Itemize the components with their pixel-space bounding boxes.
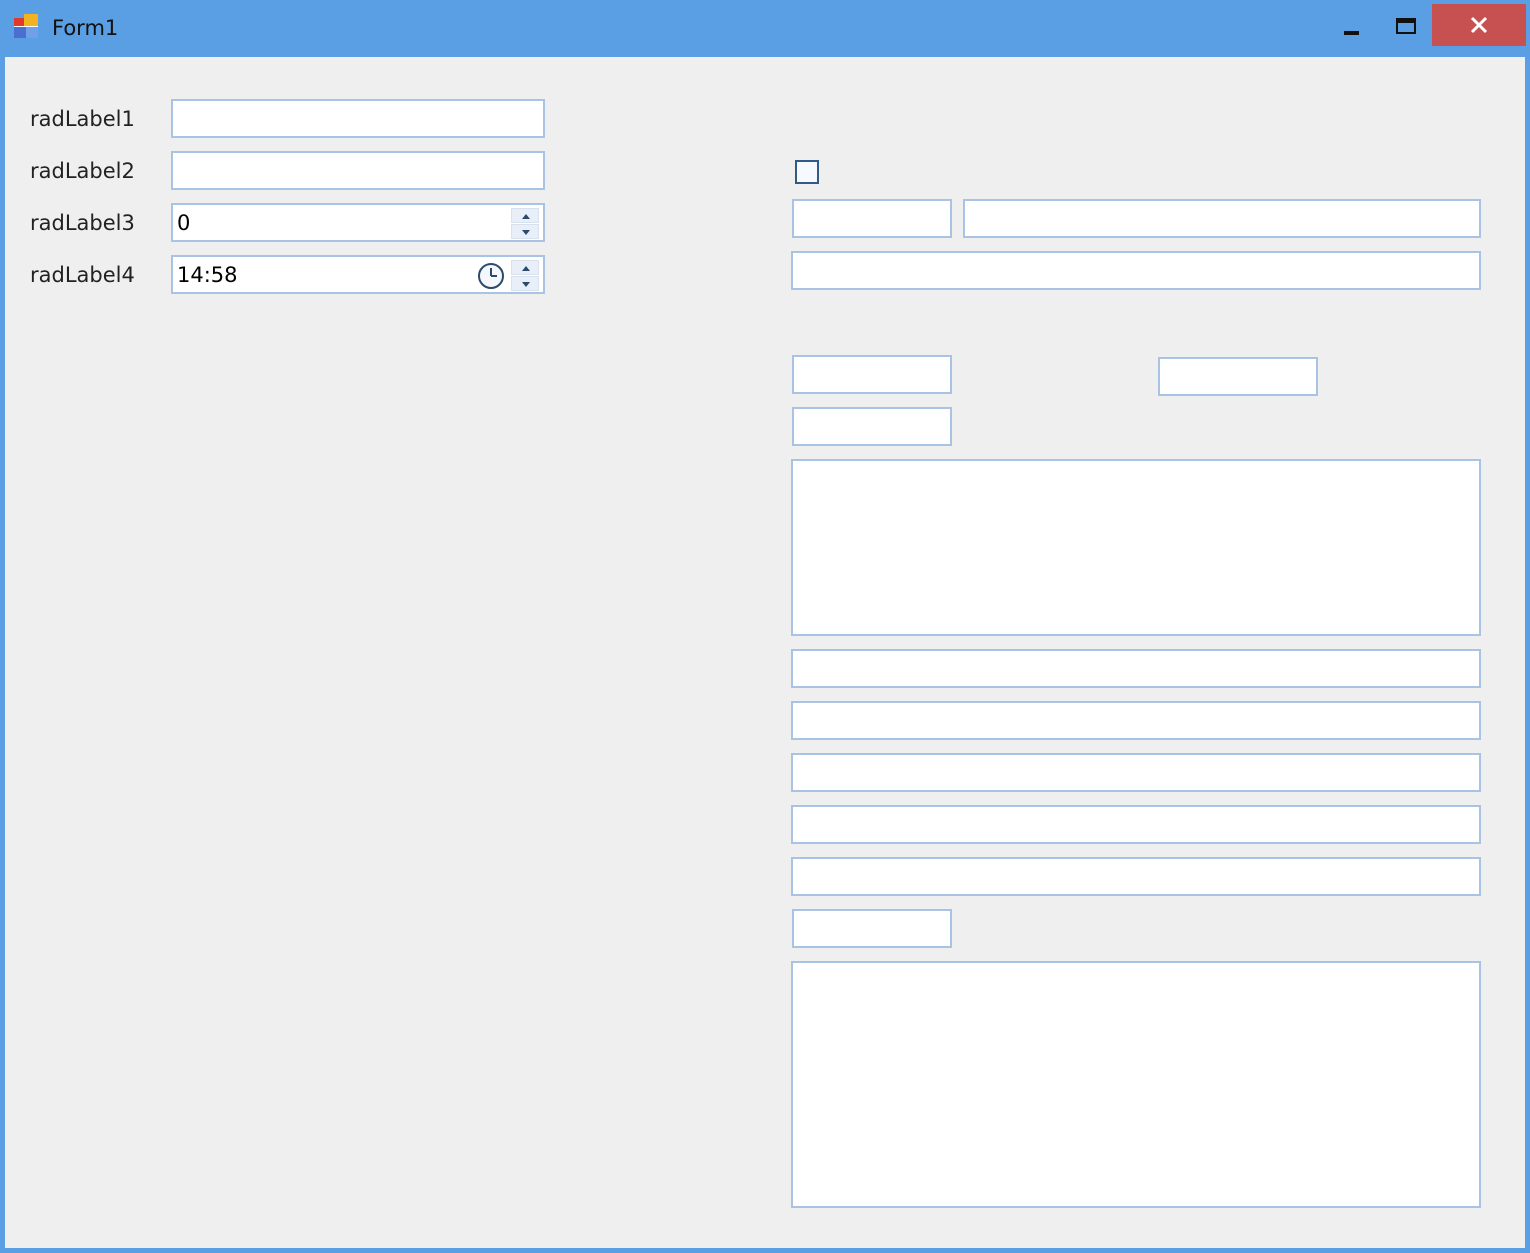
textbox-full-e[interactable] [791, 805, 1481, 844]
maximize-icon [1396, 18, 1416, 34]
arrow-up-icon [522, 266, 530, 271]
time-picker-value: 14:58 [177, 263, 238, 287]
arrow-down-icon [522, 230, 530, 235]
rad-label-2: radLabel2 [30, 159, 135, 183]
arrow-down-icon [522, 282, 530, 287]
spin-editor[interactable]: 0 [171, 203, 545, 242]
time-down-button[interactable] [511, 276, 539, 291]
time-spin-buttons [511, 260, 539, 292]
window: Form1 radLabel1 radLabel2 radLabel3 radL… [0, 0, 1530, 1253]
arrow-up-icon [522, 214, 530, 219]
minimize-icon [1344, 31, 1359, 35]
textbox-short-b[interactable] [792, 355, 952, 394]
textbox-full-f[interactable] [791, 857, 1481, 896]
time-up-button[interactable] [511, 260, 539, 275]
clock-icon[interactable] [477, 262, 505, 290]
app-icon [14, 14, 38, 38]
textbox-wide-a[interactable] [963, 199, 1481, 238]
minimize-button[interactable] [1326, 4, 1376, 46]
textbox-full-a[interactable] [791, 251, 1481, 290]
spin-editor-value: 0 [177, 211, 191, 235]
close-button[interactable] [1432, 4, 1526, 46]
time-picker[interactable]: 14:58 [171, 255, 545, 294]
textarea-b[interactable] [791, 961, 1481, 1208]
maximize-button[interactable] [1380, 4, 1430, 46]
textbox-full-d[interactable] [791, 753, 1481, 792]
spin-down-button[interactable] [511, 224, 539, 239]
textbox-short-e[interactable] [792, 909, 952, 948]
textbox-1[interactable] [171, 99, 545, 138]
window-title: Form1 [52, 16, 119, 40]
textbox-full-c[interactable] [791, 701, 1481, 740]
rad-label-4: radLabel4 [30, 263, 135, 287]
checkbox[interactable] [795, 160, 819, 184]
textbox-short-c[interactable] [1158, 357, 1318, 396]
textbox-short-d[interactable] [792, 407, 952, 446]
spin-buttons [511, 208, 539, 240]
title-bar[interactable]: Form1 [0, 0, 1530, 57]
textbox-2[interactable] [171, 151, 545, 190]
textbox-short-a[interactable] [792, 199, 952, 238]
rad-label-3: radLabel3 [30, 211, 135, 235]
rad-label-1: radLabel1 [30, 107, 135, 131]
textbox-full-b[interactable] [791, 649, 1481, 688]
textarea-a[interactable] [791, 459, 1481, 636]
spin-up-button[interactable] [511, 208, 539, 223]
close-icon [1470, 16, 1488, 34]
